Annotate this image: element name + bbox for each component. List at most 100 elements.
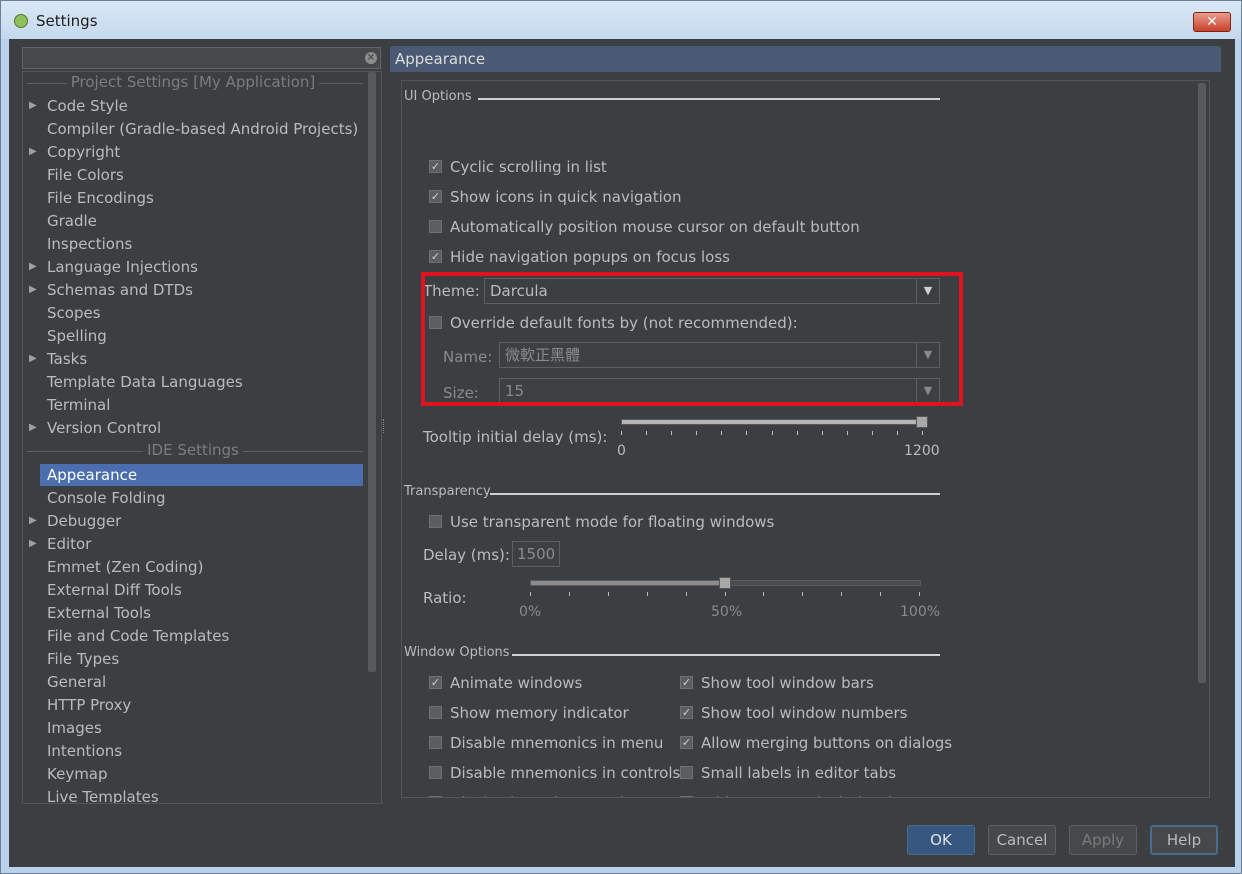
tree-item-label: Spelling <box>47 327 107 345</box>
tree-item[interactable]: Live Templates <box>47 786 159 803</box>
tree-item[interactable]: ▶ Code Style <box>29 95 128 117</box>
expand-arrow-icon[interactable]: ▶ <box>29 417 37 439</box>
tree-item[interactable]: Emmet (Zen Coding) <box>47 556 203 578</box>
option-label: Disable mnemonics in controls <box>450 764 681 782</box>
tree-item-label: Emmet (Zen Coding) <box>47 558 204 576</box>
tree-item[interactable]: Scopes <box>47 302 101 324</box>
tree-scrollbar[interactable] <box>368 72 376 672</box>
close-button[interactable]: ✕ <box>1193 12 1231 32</box>
window-options-header: Window Options <box>404 645 510 660</box>
option-checkbox[interactable]: ✓ Cyclic scrolling in list <box>429 157 607 177</box>
slider-tick <box>671 431 672 435</box>
ratio-tick-label: 100% <box>900 604 941 620</box>
option-checkbox[interactable]: Automatically position mouse cursor on d… <box>429 217 860 237</box>
tree-item-label: File and Code Templates <box>47 627 230 645</box>
tree-item-label: Intentions <box>47 742 123 760</box>
expand-arrow-icon[interactable]: ▶ <box>29 533 37 555</box>
clear-search-icon[interactable]: × <box>365 52 377 64</box>
option-checkbox[interactable]: Widescreen tool window layout <box>680 793 935 797</box>
settings-tree[interactable]: Project Settings [My Application] ▶ Code … <box>22 71 382 804</box>
settings-search-input[interactable]: × <box>22 47 381 69</box>
option-checkbox[interactable]: ✓ Hide navigation popups on focus loss <box>429 247 730 267</box>
panel-scrollbar[interactable] <box>1198 83 1206 683</box>
slider-tick <box>721 431 722 435</box>
tree-item[interactable]: Gradle <box>47 210 97 232</box>
tree-item[interactable]: Console Folding <box>47 487 165 509</box>
option-checkbox[interactable]: ✓ Show tool window bars <box>680 673 874 693</box>
tree-item[interactable]: ▶ Version Control <box>29 417 161 439</box>
option-checkbox[interactable]: ✓ Display icons in menu items <box>429 793 662 797</box>
tree-item[interactable]: ▶ Debugger <box>29 510 121 532</box>
tree-item-label: Schemas and DTDs <box>47 281 193 299</box>
tree-item[interactable]: Inspections <box>47 233 132 255</box>
option-checkbox[interactable]: ✓ Show tool window numbers <box>680 703 907 723</box>
slider-tick <box>746 431 747 435</box>
tree-item-label: File Encodings <box>47 189 154 207</box>
tree-item-label: Language Injections <box>47 258 198 276</box>
window-options-group: Window Options <box>404 645 940 660</box>
tree-item[interactable]: Compiler (Gradle-based Android Projects) <box>47 118 358 140</box>
expand-arrow-icon[interactable]: ▶ <box>29 348 37 370</box>
tree-item[interactable]: HTTP Proxy <box>47 694 131 716</box>
tree-item[interactable]: File and Code Templates <box>47 625 229 647</box>
ui-options-group: UI Options <box>404 89 940 104</box>
expand-arrow-icon[interactable]: ▶ <box>29 95 37 117</box>
tree-item[interactable]: Spelling <box>47 325 107 347</box>
option-checkbox[interactable]: ✓ Show icons in quick navigation <box>429 187 681 207</box>
delay-input[interactable]: 1500 <box>512 541 560 567</box>
tree-item[interactable]: External Tools <box>47 602 151 624</box>
cancel-button[interactable]: Cancel <box>988 825 1056 855</box>
option-label: Show memory indicator <box>450 704 629 722</box>
option-checkbox[interactable]: Show memory indicator <box>429 703 629 723</box>
tooltip-delay-slider[interactable] <box>621 416 928 441</box>
tree-item[interactable]: Intentions <box>47 740 122 762</box>
tree-item-label: Tasks <box>47 350 88 368</box>
tree-item[interactable]: Terminal <box>47 394 110 416</box>
splitter-handle[interactable] <box>383 419 387 433</box>
ratio-slider[interactable] <box>530 577 921 602</box>
option-checkbox[interactable]: Small labels in editor tabs <box>680 763 896 783</box>
expand-arrow-icon[interactable]: ▶ <box>29 256 37 278</box>
tree-item-label: External Tools <box>47 604 151 622</box>
delay-label: Delay (ms): <box>423 546 510 564</box>
tree-item[interactable]: ▶ Schemas and DTDs <box>29 279 193 301</box>
tree-item[interactable]: File Colors <box>47 164 124 186</box>
tree-item[interactable]: ▶ Tasks <box>29 348 88 370</box>
dialog-client-area: × Project Settings [My Application] ▶ Cod… <box>9 39 1235 867</box>
ui-options-header: UI Options <box>404 89 472 104</box>
ide-settings-header: IDE Settings <box>23 441 363 461</box>
transparent-mode-checkbox[interactable]: Use transparent mode for floating window… <box>429 512 774 532</box>
tree-item[interactable]: ▶ Editor <box>29 533 91 555</box>
slider-tick <box>802 592 803 596</box>
expand-arrow-icon[interactable]: ▶ <box>29 141 37 163</box>
option-label: Show icons in quick navigation <box>450 188 682 206</box>
slider-thumb[interactable] <box>719 577 731 589</box>
transparency-group: Transparency <box>404 484 940 499</box>
tree-item[interactable]: General <box>47 671 106 693</box>
checkbox-box <box>429 766 442 779</box>
tree-item[interactable]: File Types <box>47 648 119 670</box>
tree-item[interactable]: ▶ Copyright <box>29 141 121 163</box>
tree-item[interactable]: External Diff Tools <box>47 579 182 601</box>
tree-item[interactable]: Template Data Languages <box>47 371 243 393</box>
check-icon: ✓ <box>680 736 693 749</box>
expand-arrow-icon[interactable]: ▶ <box>29 279 37 301</box>
help-button[interactable]: Help <box>1150 825 1218 855</box>
apply-button[interactable]: Apply <box>1069 825 1137 855</box>
slider-thumb[interactable] <box>916 416 928 428</box>
tree-item[interactable]: ▶ Language Injections <box>29 256 198 278</box>
option-checkbox[interactable]: Disable mnemonics in controls <box>429 763 680 783</box>
expand-arrow-icon[interactable]: ▶ <box>29 510 37 532</box>
tree-item[interactable]: Appearance <box>40 464 363 486</box>
option-checkbox[interactable]: Disable mnemonics in menu <box>429 733 663 753</box>
option-checkbox[interactable]: ✓ Allow merging buttons on dialogs <box>680 733 952 753</box>
tree-item[interactable]: File Encodings <box>47 187 154 209</box>
ok-button[interactable]: OK <box>907 825 975 855</box>
tree-item-label: Copyright <box>47 143 121 161</box>
option-checkbox[interactable]: ✓ Animate windows <box>429 673 582 693</box>
window-title: Settings <box>36 12 98 30</box>
tree-item[interactable]: Keymap <box>47 763 108 785</box>
settings-dialog: Settings ✕ × Project Settings [My Applic… <box>0 0 1242 874</box>
ratio-label: Ratio: <box>423 589 467 607</box>
tree-item[interactable]: Images <box>47 717 102 739</box>
